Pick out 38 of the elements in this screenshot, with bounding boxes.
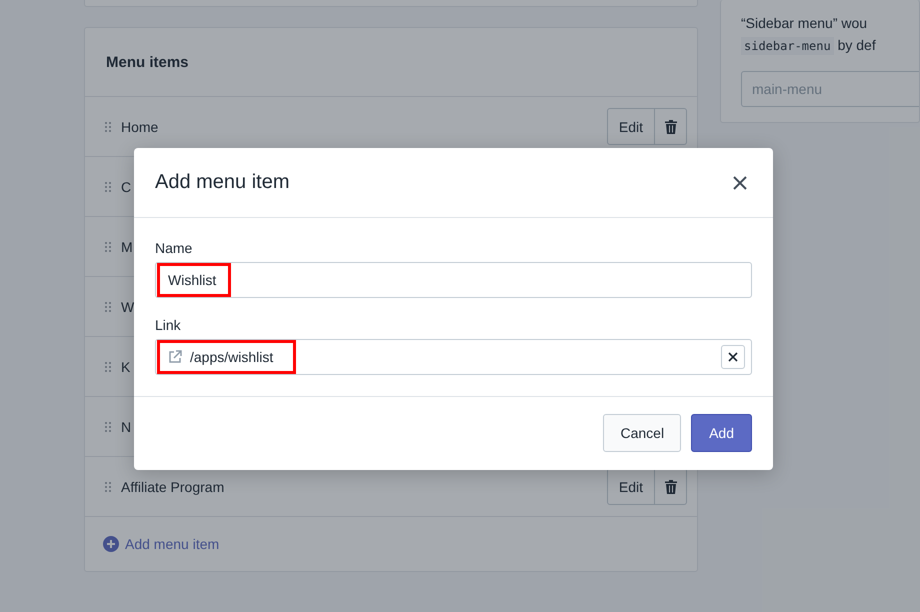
drag-handle-icon[interactable]	[105, 482, 111, 492]
add-button[interactable]: Add	[691, 414, 752, 452]
name-input-field[interactable]: Wishlist	[155, 262, 752, 298]
cancel-button[interactable]: Cancel	[603, 414, 682, 452]
field-label: Name	[155, 240, 194, 256]
link-input-field[interactable]: /apps/wishlist	[155, 339, 752, 375]
card-title: Menu items	[106, 54, 189, 70]
drag-handle-icon[interactable]	[105, 122, 111, 132]
edit-button[interactable]: Edit	[606, 108, 655, 145]
menu-item-label: W	[121, 298, 134, 316]
field-value: /apps/wishlist	[190, 348, 274, 366]
drag-handle-icon[interactable]	[105, 242, 111, 252]
trash-icon	[664, 120, 676, 134]
menu-item-label: C	[121, 178, 132, 196]
add-menu-item-link[interactable]: Add menu item	[103, 536, 220, 552]
field-value: Wishlist	[168, 271, 216, 289]
close-icon	[728, 352, 738, 362]
delete-button[interactable]	[655, 468, 687, 505]
menu-item-label: Affiliate Program	[121, 478, 224, 496]
handle-input-field[interactable]: main-menu	[741, 71, 919, 107]
menu-item-label: M	[121, 238, 133, 256]
menu-item-label: K	[121, 358, 130, 376]
drag-handle-icon[interactable]	[105, 362, 111, 372]
drag-handle-icon[interactable]	[105, 422, 111, 432]
close-icon[interactable]	[733, 176, 747, 190]
edit-button[interactable]: Edit	[606, 468, 655, 505]
delete-button[interactable]	[655, 108, 687, 145]
drag-handle-icon[interactable]	[105, 302, 111, 312]
menu-item-label: Home	[121, 118, 158, 136]
plus-circle-icon	[103, 536, 119, 552]
external-link-icon	[168, 350, 182, 364]
field-label: Link	[155, 317, 182, 333]
modal-title: Add menu item	[155, 171, 290, 194]
clear-button[interactable]	[721, 345, 745, 369]
trash-icon	[664, 480, 676, 494]
drag-handle-icon[interactable]	[105, 182, 111, 192]
help-text: “Sidebar menu” wou sidebar-menu by def	[741, 14, 877, 56]
menu-item-label: N	[121, 418, 132, 436]
